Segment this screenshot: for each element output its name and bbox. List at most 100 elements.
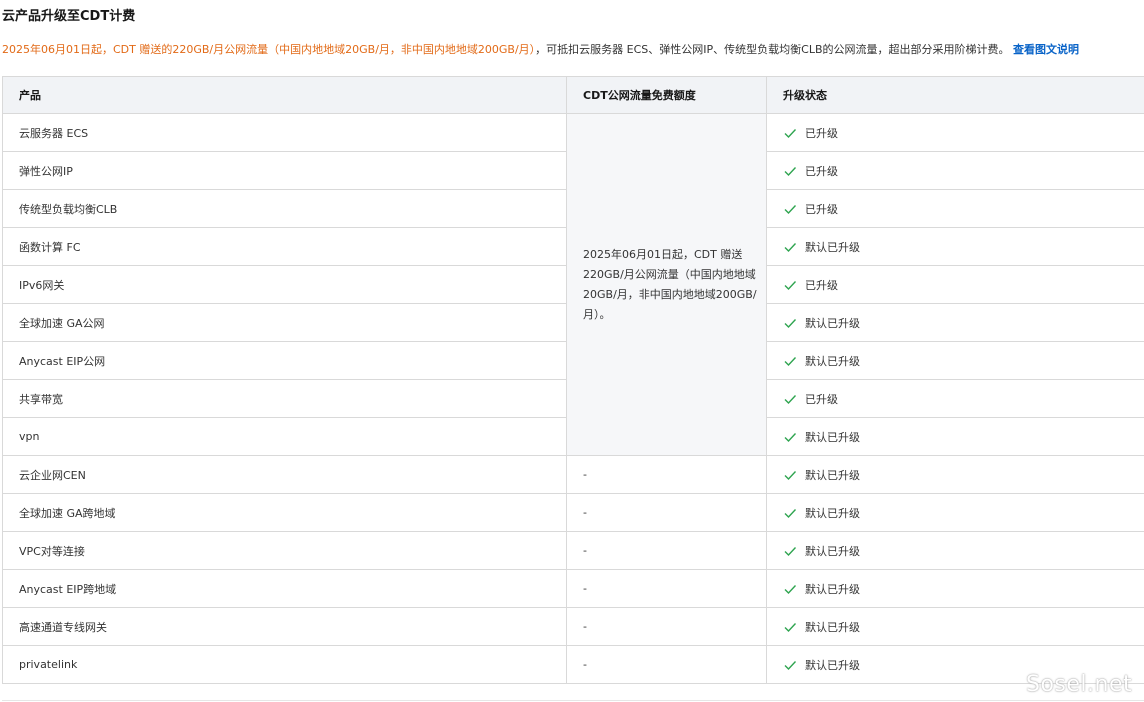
check-icon [784,166,797,176]
status-badge: 默认已升级 [783,543,1144,559]
product-cell: 全球加速 GA公网 [2,303,567,342]
product-cell: Anycast EIP公网 [2,341,567,380]
status-badge: 默认已升级 [783,657,1144,673]
status-cell: 默认已升级 [766,455,1144,494]
status-cell: 默认已升级 [766,531,1144,570]
header-product: 产品 [2,76,567,114]
table-row: 云企业网CEN - 默认已升级 [2,455,1144,494]
status-label: 默认已升级 [805,316,860,330]
status-cell: 默认已升级 [766,341,1144,380]
status-label: 已升级 [805,202,838,216]
check-icon [784,318,797,328]
status-badge: 已升级 [783,391,1144,407]
check-icon [784,128,797,138]
status-label: 已升级 [805,164,838,178]
notice-highlight: 2025年06月01日起，CDT 赠送的220GB/月公网流量（中国内地地域20… [2,43,536,56]
status-badge: 默认已升级 [783,581,1144,597]
status-badge: 已升级 [783,163,1144,179]
status-badge: 默认已升级 [783,315,1144,331]
status-cell: 已升级 [766,113,1144,152]
view-illustrated-guide-link[interactable]: 查看图文说明 [1013,43,1079,56]
check-icon [784,546,797,556]
status-badge: 默认已升级 [783,429,1144,445]
check-icon [784,660,797,670]
status-badge: 已升级 [783,277,1144,293]
quota-cell: - [566,493,767,532]
quota-cell: - [566,607,767,646]
status-label: 默认已升级 [805,240,860,254]
product-cell: 全球加速 GA跨地域 [2,493,567,532]
status-badge: 默认已升级 [783,619,1144,635]
product-cell: 高速通道专线网关 [2,607,567,646]
check-icon [784,242,797,252]
product-cell: 云服务器 ECS [2,113,567,152]
status-badge: 默认已升级 [783,467,1144,483]
status-cell: 默认已升级 [766,569,1144,608]
status-badge: 已升级 [783,201,1144,217]
product-cell: 传统型负载均衡CLB [2,189,567,228]
divider [2,700,1144,701]
table-row: 云服务器 ECS 2025年06月01日起，CDT 赠送220GB/月公网流量（中… [2,113,1144,456]
status-cell: 已升级 [766,189,1144,228]
free-quota-merged-cell: 2025年06月01日起，CDT 赠送220GB/月公网流量（中国内地地域20G… [566,113,767,456]
status-label: 默认已升级 [805,620,860,634]
product-cell: 云企业网CEN [2,455,567,494]
table-row: 高速通道专线网关 - 默认已升级 [2,607,1144,646]
status-label: 已升级 [805,278,838,292]
status-label: 默认已升级 [805,506,860,520]
check-icon [784,432,797,442]
table-row: 全球加速 GA跨地域 - 默认已升级 [2,493,1144,532]
product-cell: 弹性公网IP [2,151,567,190]
quota-cell: - [566,455,767,494]
status-badge: 已升级 [783,125,1144,141]
table-row: privatelink - 默认已升级 [2,645,1144,684]
status-label: 默认已升级 [805,658,860,672]
upgrade-status-table: 产品 CDT公网流量免费额度 升级状态 云服务器 ECS 2025年06月01日起… [2,76,1144,684]
status-label: 已升级 [805,126,838,140]
check-icon [784,394,797,404]
product-cell: 共享带宽 [2,379,567,418]
table-row: VPC对等连接 - 默认已升级 [2,531,1144,570]
check-icon [784,204,797,214]
status-badge: 默认已升级 [783,353,1144,369]
status-label: 默认已升级 [805,354,860,368]
status-label: 默认已升级 [805,430,860,444]
status-cell: 已升级 [766,151,1144,190]
check-icon [784,508,797,518]
check-icon [784,280,797,290]
product-cell: 函数计算 FC [2,227,567,266]
check-icon [784,622,797,632]
status-label: 默认已升级 [805,544,860,558]
watermark: Sosel.net [1026,672,1133,697]
status-cell: 默认已升级 [766,417,1144,456]
header-quota: CDT公网流量免费额度 [566,76,767,114]
status-cell: 默认已升级 [766,607,1144,646]
status-badge: 默认已升级 [783,505,1144,521]
quota-cell: - [566,645,767,684]
product-cell: privatelink [2,645,567,684]
quota-cell: - [566,569,767,608]
cdt-notice: 2025年06月01日起，CDT 赠送的220GB/月公网流量（中国内地地域20… [2,43,1079,57]
status-cell: 默认已升级 [766,493,1144,532]
product-cell: VPC对等连接 [2,531,567,570]
status-cell: 默认已升级 [766,227,1144,266]
product-cell: vpn [2,417,567,456]
status-cell: 已升级 [766,265,1144,304]
notice-text: ，可抵扣云服务器 ECS、弹性公网IP、传统型负载均衡CLB的公网流量，超出部分… [535,43,1010,56]
table-header-row: 产品 CDT公网流量免费额度 升级状态 [2,76,1144,114]
status-label: 默认已升级 [805,582,860,596]
status-badge: 默认已升级 [783,239,1144,255]
check-icon [784,470,797,480]
status-label: 已升级 [805,392,838,406]
product-cell: Anycast EIP跨地域 [2,569,567,608]
page-title: 云产品升级至CDT计费 [2,9,136,24]
quota-cell: - [566,531,767,570]
header-status: 升级状态 [766,76,1144,114]
check-icon [784,584,797,594]
product-cell: IPv6网关 [2,265,567,304]
table-row: Anycast EIP跨地域 - 默认已升级 [2,569,1144,608]
status-cell: 已升级 [766,379,1144,418]
status-cell: 默认已升级 [766,303,1144,342]
check-icon [784,356,797,366]
status-label: 默认已升级 [805,468,860,482]
